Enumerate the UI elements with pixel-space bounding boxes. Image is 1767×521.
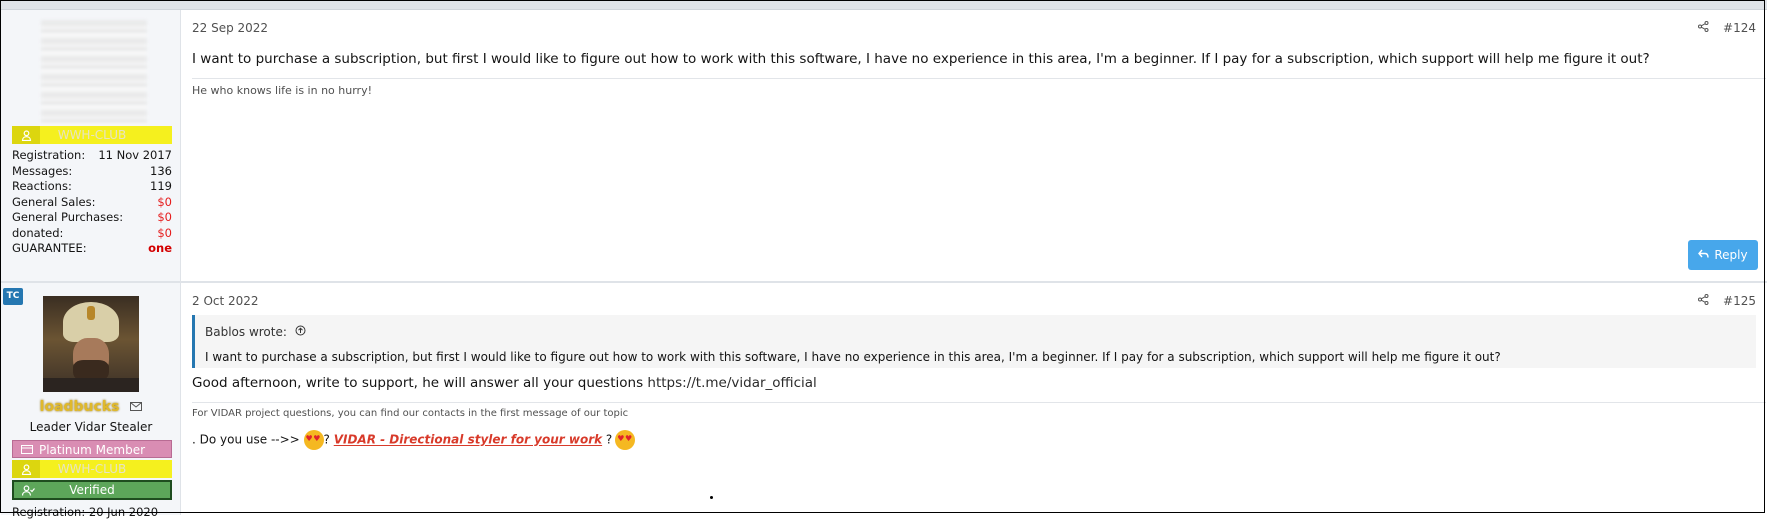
window-frame	[0, 0, 1765, 513]
